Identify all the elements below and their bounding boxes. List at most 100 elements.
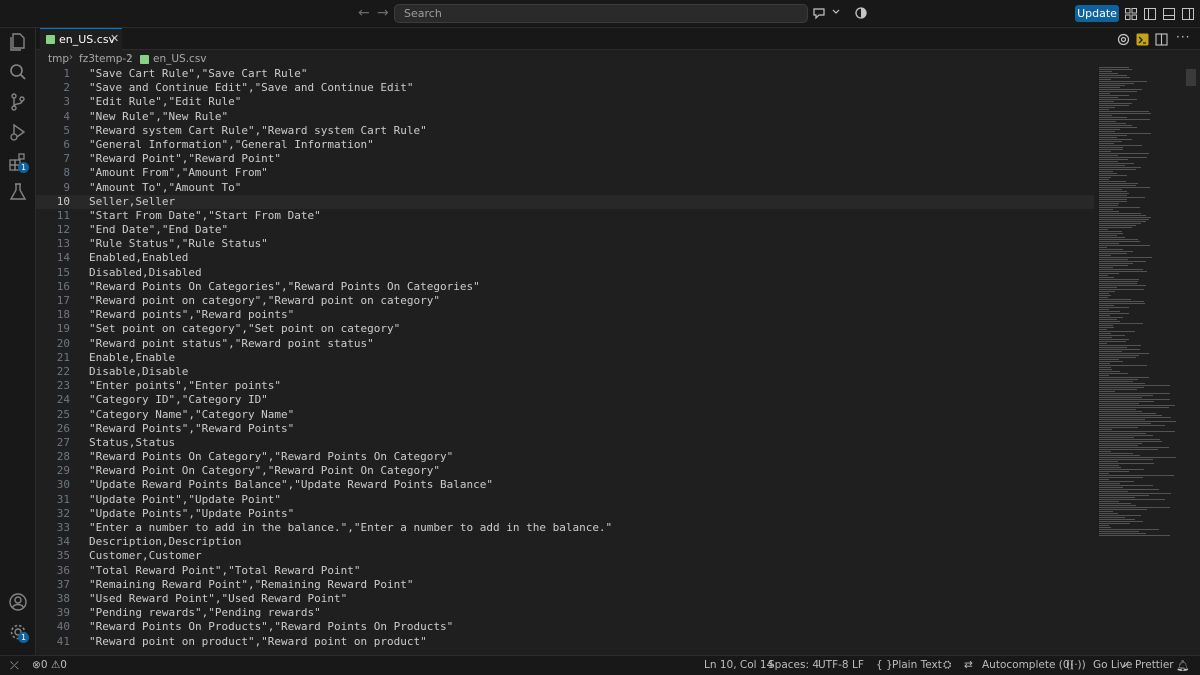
code-line[interactable]: 15 Disabled,Disabled — [36, 266, 1094, 280]
toggle-primary-sidebar-icon[interactable] — [1143, 7, 1157, 21]
minimap-line — [1099, 385, 1170, 386]
code-line[interactable]: 6 "General Information","General Informat… — [36, 138, 1094, 152]
code-line[interactable]: 17 "Reward point on category","Reward poi… — [36, 294, 1094, 308]
toggle-secondary-sidebar-icon[interactable] — [1181, 7, 1195, 21]
code-line[interactable]: 28 "Reward Points On Category","Reward Po… — [36, 450, 1094, 464]
code-line[interactable]: 1 "Save Cart Rule","Save Cart Rule" — [36, 67, 1094, 81]
cursor-position[interactable]: Ln 10, Col 14 — [704, 659, 773, 671]
breadcrumb-item-file[interactable]: en_US.csv — [153, 53, 207, 65]
autocomplete-status[interactable]: Autocomplete (0) — [982, 659, 1074, 671]
minimap[interactable] — [1094, 67, 1184, 547]
code-line[interactable]: 22 Disable,Disable — [36, 365, 1094, 379]
code-line[interactable]: 4 "New Rule","New Rule" — [36, 110, 1094, 124]
minimap-line — [1099, 311, 1120, 312]
problems-indicator[interactable]: ⊗0 ⚠0 — [32, 659, 67, 671]
code-line[interactable]: 25 "Category Name","Category Name" — [36, 408, 1094, 422]
openai-chat-icon[interactable] — [1117, 33, 1130, 46]
minimap-line — [1099, 407, 1169, 408]
indentation-setting[interactable]: Spaces: 4 — [768, 659, 819, 671]
minimap-line — [1099, 499, 1165, 500]
code-line[interactable]: 9 "Amount To","Amount To" — [36, 181, 1094, 195]
tab-en-us-csv[interactable]: en_US.csv ✕ — [40, 28, 122, 50]
code-line[interactable]: 30 "Update Reward Points Balance","Update… — [36, 478, 1094, 492]
minimap-line — [1099, 143, 1114, 144]
code-line[interactable]: 16 "Reward Points On Categories","Reward … — [36, 280, 1094, 294]
minimap-line — [1099, 381, 1133, 382]
code-line[interactable]: 31 "Update Point","Update Point" — [36, 493, 1094, 507]
code-line[interactable]: 23 "Enter points","Enter points" — [36, 379, 1094, 393]
code-line[interactable]: 39 "Pending rewards","Pending rewards" — [36, 606, 1094, 620]
code-line[interactable]: 29 "Reward Point On Category","Reward Poi… — [36, 464, 1094, 478]
line-text: Description,Description — [89, 535, 242, 549]
toggle-panel-icon[interactable] — [1162, 7, 1176, 21]
explorer-icon[interactable] — [8, 32, 28, 52]
accounts-status-icon[interactable] — [854, 6, 868, 20]
scrollbar-thumb[interactable] — [1186, 69, 1196, 86]
code-line[interactable]: 24 "Category ID","Category ID" — [36, 393, 1094, 407]
code-line[interactable]: 3 "Edit Rule","Edit Rule" — [36, 95, 1094, 109]
command-center-search[interactable]: Search — [394, 4, 808, 23]
search-icon[interactable] — [8, 62, 28, 82]
code-line[interactable]: 11 "Start From Date","Start From Date" — [36, 209, 1094, 223]
code-line[interactable]: 27 Status,Status — [36, 436, 1094, 450]
remote-indicator-icon[interactable]: ⤫ — [10, 659, 19, 673]
code-line[interactable]: 37 "Remaining Reward Point","Remaining Re… — [36, 578, 1094, 592]
prettier-status[interactable]: Prettier — [1135, 659, 1174, 671]
notifications-bell-icon[interactable]: 🔔︎ — [1176, 659, 1189, 672]
line-text: "General Information","General Informati… — [89, 137, 374, 151]
encoding-setting[interactable]: UTF-8 — [818, 659, 849, 671]
code-line[interactable]: 32 "Update Points","Update Points" — [36, 507, 1094, 521]
more-actions-icon[interactable]: ··· — [1176, 30, 1190, 44]
code-line[interactable]: 35 Customer,Customer — [36, 549, 1094, 563]
code-line[interactable]: 12 "End Date","End Date" — [36, 223, 1094, 237]
minimap-line — [1099, 153, 1149, 154]
code-line[interactable]: 40 "Reward Points On Products","Reward Po… — [36, 620, 1094, 634]
code-line[interactable]: 41 "Reward point on product","Reward poin… — [36, 635, 1094, 649]
testing-flask-icon[interactable] — [8, 182, 28, 202]
minimap-line — [1099, 427, 1138, 428]
minimap-line — [1099, 123, 1126, 124]
run-debug-icon[interactable] — [8, 122, 28, 142]
line-text: "Update Points","Update Points" — [89, 506, 295, 520]
line-text: "Category Name","Category Name" — [89, 407, 295, 421]
code-line[interactable]: 8 "Amount From","Amount From" — [36, 166, 1094, 180]
code-editor[interactable]: 1 "Save Cart Rule","Save Cart Rule" 2 "Save… — [36, 67, 1094, 655]
code-line[interactable]: 33 "Enter a number to add in the balance.… — [36, 521, 1094, 535]
eol-setting[interactable]: LF — [852, 659, 864, 671]
code-line[interactable]: 10 Seller,Seller — [36, 194, 1094, 209]
update-button[interactable]: Update — [1075, 5, 1119, 22]
copilot-chat-icon[interactable] — [812, 6, 826, 20]
breadcrumb-item-folder[interactable]: fz3temp-2 — [79, 53, 133, 65]
code-line[interactable]: 2 "Save and Continue Edit","Save and Cont… — [36, 81, 1094, 95]
code-line[interactable]: 20 "Reward point status","Reward point st… — [36, 337, 1094, 351]
code-line[interactable]: 19 "Set point on category","Set point on … — [36, 322, 1094, 336]
csv-preview-icon[interactable] — [1136, 33, 1149, 46]
code-line[interactable]: 34 Description,Description — [36, 535, 1094, 549]
accounts-icon[interactable] — [8, 592, 28, 612]
code-line[interactable]: 13 "Rule Status","Rule Status" — [36, 237, 1094, 251]
minimap-line — [1099, 533, 1146, 534]
code-line[interactable]: 18 "Reward points","Reward points" — [36, 308, 1094, 322]
code-line[interactable]: 21 Enable,Enable — [36, 351, 1094, 365]
line-number: 6 — [63, 137, 70, 151]
breadcrumb-item-tmp[interactable]: tmp — [48, 53, 69, 65]
code-line[interactable]: 36 "Total Reward Point","Total Reward Poi… — [36, 564, 1094, 578]
language-mode[interactable]: Plain Text — [892, 659, 942, 671]
source-control-icon[interactable] — [8, 92, 28, 112]
close-icon[interactable]: ✕ — [110, 32, 119, 45]
vertical-scrollbar[interactable] — [1184, 67, 1198, 655]
back-arrow-icon[interactable]: ← — [358, 5, 370, 21]
chevron-down-icon[interactable] — [831, 7, 841, 17]
customize-layout-icon[interactable] — [1124, 7, 1138, 21]
code-line[interactable]: 7 "Reward Point","Reward Point" — [36, 152, 1094, 166]
code-line[interactable]: 26 "Reward Points","Reward Points" — [36, 422, 1094, 436]
copilot-icon[interactable]: ⛭ — [943, 659, 951, 672]
minimap-line — [1099, 117, 1127, 118]
minimap-line — [1099, 181, 1126, 182]
code-line[interactable]: 5 "Reward system Cart Rule","Reward syste… — [36, 124, 1094, 138]
minimap-line — [1099, 187, 1150, 188]
split-editor-icon[interactable] — [1155, 33, 1168, 46]
code-line[interactable]: 38 "Used Reward Point","Used Reward Point… — [36, 592, 1094, 606]
forward-arrow-icon[interactable]: → — [377, 5, 389, 21]
code-line[interactable]: 14 Enabled,Enabled — [36, 251, 1094, 265]
